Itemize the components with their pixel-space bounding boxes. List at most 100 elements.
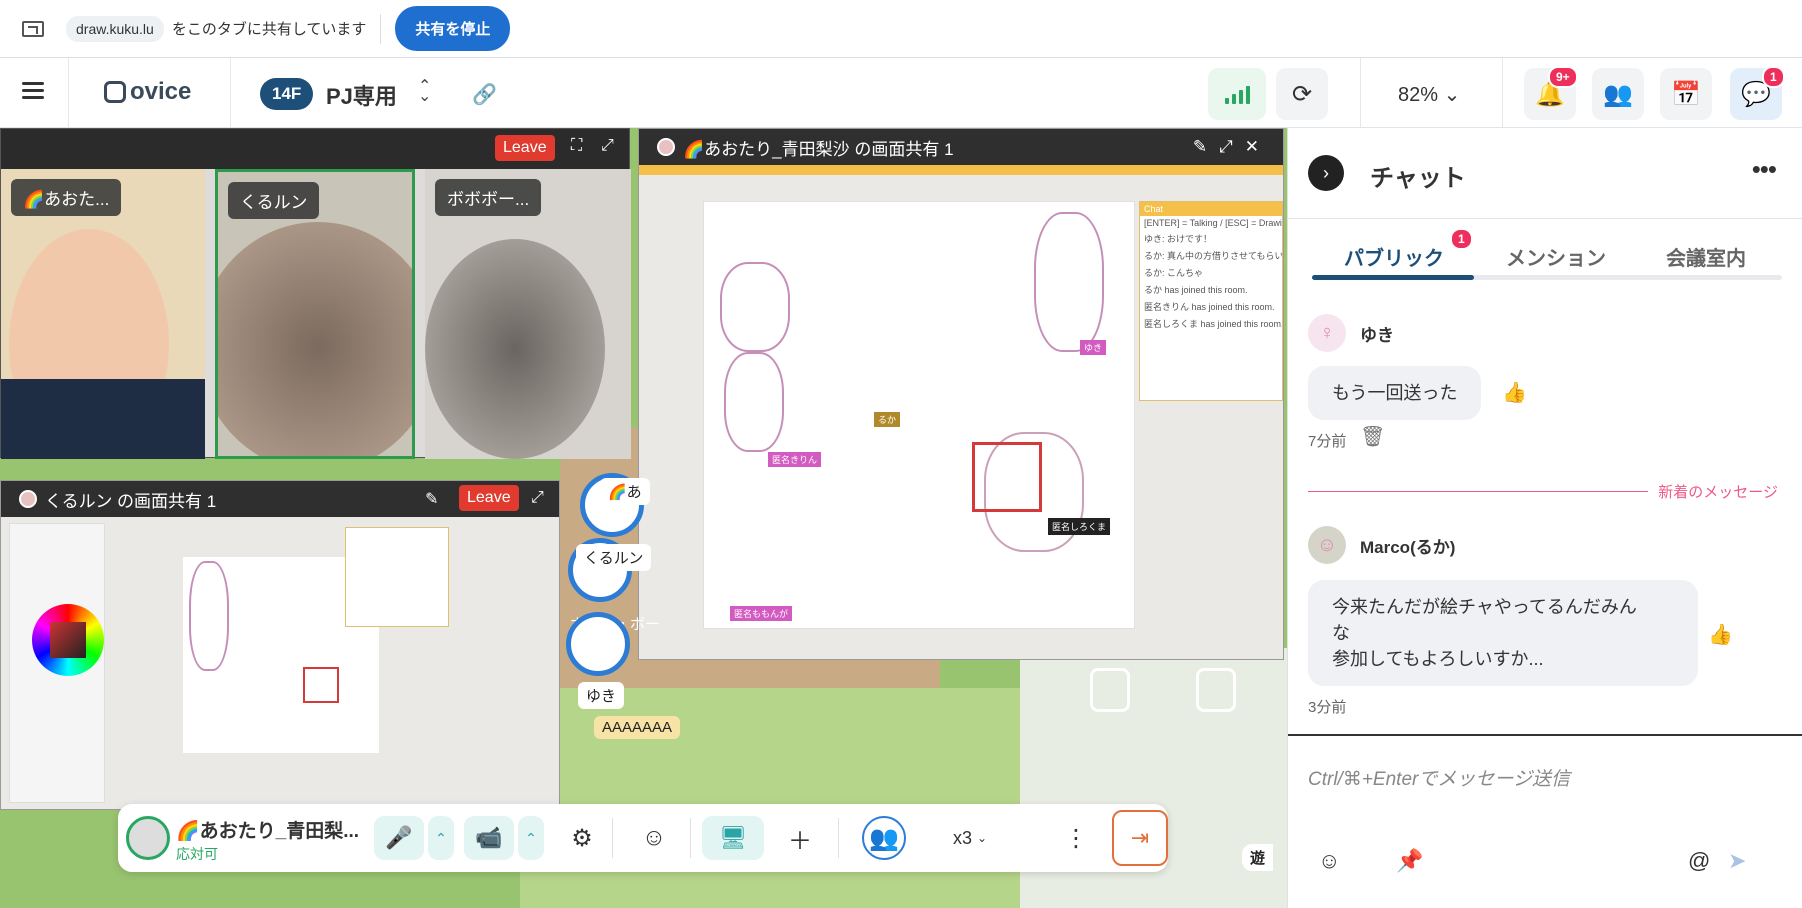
chevron-down-icon: ⌄ <box>976 831 988 845</box>
microphone-icon[interactable]: 🎤 <box>374 816 424 860</box>
connection-signal-icon[interactable] <box>1208 68 1266 120</box>
tab-share-bar: draw.kuku.lu をこのタブに共有しています 共有を停止 <box>0 0 1802 58</box>
floor-badge[interactable]: 14F <box>260 78 314 110</box>
collapse-chat-icon[interactable]: › <box>1308 155 1344 191</box>
camera-options-chevron-icon[interactable]: ⌃ <box>518 816 544 860</box>
zoom-value: 82% <box>1398 84 1439 106</box>
tab-underline <box>1312 275 1782 280</box>
screen-share-title: 🌈あおたり_青田梨沙 の画面共有 1 <box>683 139 954 159</box>
emoji-icon[interactable]: ☺ <box>1318 848 1340 874</box>
more-options-icon[interactable]: ⋮ <box>1054 816 1098 860</box>
calendar-icon[interactable]: 📅 <box>1660 68 1712 120</box>
more-options-icon[interactable]: ••• <box>1752 154 1777 185</box>
message-time: 3分前 <box>1308 699 1347 716</box>
my-name[interactable]: 🌈あおたり_青田梨... <box>176 816 359 843</box>
message-bubble: もう一回送った <box>1308 366 1482 420</box>
mini-chat-window <box>345 527 449 627</box>
like-icon[interactable]: 👍 <box>1708 622 1733 647</box>
user-tag: 匿名きりん <box>768 452 822 467</box>
screen-share-window[interactable]: 🌈あおたり_青田梨沙 の画面共有 1 ✎⤢✕ 匿名きりん ゆき 匿名しろくま 匿… <box>638 128 1284 660</box>
chat-panel: › チャット ••• パブリック 1 メンション 会議室内 ♀ ゆき もう一回送… <box>1287 128 1802 908</box>
avatar <box>657 138 675 156</box>
camera-icon[interactable]: 📹 <box>464 816 514 860</box>
screen-share-titlebar: くるルン の画面共有 1 ✎ Leave ⤢ <box>1 481 559 517</box>
video-tile[interactable]: 🌈あおた... <box>1 169 205 459</box>
link-icon[interactable]: 🔗 <box>472 82 497 107</box>
room-name[interactable]: PJ専用 <box>326 79 397 111</box>
tab-mention[interactable]: メンション <box>1506 242 1606 271</box>
divider <box>838 818 839 858</box>
leave-button[interactable]: Leave <box>459 485 519 511</box>
reload-icon[interactable]: ⟳ <box>1276 68 1328 120</box>
share-message: をこのタブに共有しています <box>171 21 367 38</box>
mini-chat-header: Chat <box>1140 202 1282 216</box>
screen-share-icon <box>22 20 44 37</box>
message-bubble: 今来たんだが絵チャやってるんだみん な 参加してもよろしいすか... <box>1308 580 1698 686</box>
menu-icon[interactable] <box>22 82 44 100</box>
mic-options-chevron-icon[interactable]: ⌃ <box>428 816 454 860</box>
video-tile[interactable]: ボボボー... <box>425 169 631 459</box>
mini-chat-hint: [ENTER] = Talking / [ESC] = Drawing <box>1144 218 1283 228</box>
chair <box>1090 668 1130 712</box>
screen-share-icon[interactable]: 🖥 <box>702 816 764 860</box>
sketch <box>1034 212 1104 352</box>
send-icon[interactable]: ➤ <box>1728 848 1746 874</box>
add-icon[interactable]: ＋ <box>778 816 822 860</box>
avatar-name-label: くるルン <box>576 544 652 571</box>
message-sender: ♀ ゆき <box>1308 314 1394 352</box>
emoji-reaction-icon[interactable]: ☺ <box>632 816 676 860</box>
divider <box>690 818 691 858</box>
mini-chat-window: Chat [ENTER] = Talking / [ESC] = Drawing… <box>1139 201 1283 401</box>
edit-icon[interactable]: ✎ <box>425 489 438 509</box>
expand-icon[interactable]: ⤢ <box>531 489 544 507</box>
settings-gear-icon[interactable]: ⚙ <box>560 816 604 860</box>
window-controls[interactable]: ✎⤢✕ <box>1193 137 1271 157</box>
game-button[interactable]: 遊 <box>1242 844 1274 871</box>
leave-button[interactable]: Leave <box>495 135 555 161</box>
mini-chat-line: るか: 真ん中の方借りさせてもらいます <box>1144 251 1283 261</box>
mini-chat-line: ゆき: おけです！ <box>1144 234 1213 244</box>
logo-mark-icon <box>104 81 126 103</box>
sketch <box>720 262 790 352</box>
speed-dropdown[interactable]: x3 ⌄ <box>948 816 992 860</box>
zoom-level-dropdown[interactable]: 82% ⌄ <box>1398 82 1460 107</box>
stop-sharing-button[interactable]: 共有を停止 <box>395 6 511 51</box>
my-status[interactable]: 応対可 <box>176 844 218 864</box>
pin-icon[interactable]: 📌 <box>1396 848 1423 874</box>
app-header: ovice 14F PJ専用 ⌃ ⌄ 🔗 ⟳ 82% ⌄ 🔔 9+ 👥 📅 💬 1 <box>0 58 1802 128</box>
avatar <box>19 490 37 508</box>
shared-screen-content <box>1 517 559 809</box>
room-switch-icon[interactable]: ⌃ ⌄ <box>418 79 431 105</box>
sketch <box>724 352 784 452</box>
group-icon[interactable]: 👥 <box>862 816 906 860</box>
avatar[interactable]: ♀ <box>1308 314 1346 352</box>
screenshot-icon[interactable]: ⛶ <box>571 137 582 155</box>
members-icon[interactable]: 👥 <box>1592 68 1644 120</box>
video-tile-active[interactable]: くるルン <box>215 169 415 459</box>
screen-share-title: くるルン の画面共有 1 <box>45 491 217 511</box>
exit-icon[interactable]: ⇥ <box>1112 810 1168 866</box>
delete-trash-icon[interactable]: 🗑 <box>1360 424 1385 449</box>
video-tile-label: ボボボー... <box>435 179 542 216</box>
user-tag: ゆき <box>1080 340 1107 355</box>
tab-meeting-room[interactable]: 会議室内 <box>1666 242 1746 271</box>
new-messages-divider: 新着のメッセージ <box>1308 481 1778 502</box>
user-tag: 匿名しろくま <box>1048 518 1111 535</box>
participant-face-blurred <box>218 222 412 456</box>
tab-public[interactable]: パブリック <box>1344 242 1444 271</box>
my-avatar[interactable] <box>126 816 170 860</box>
avatar[interactable]: ☺ <box>1308 526 1346 564</box>
divider <box>380 13 382 44</box>
mention-at-icon[interactable]: @ <box>1688 848 1710 874</box>
message-text-line: 今来たんだが絵チャやってるんだみん <box>1332 597 1637 617</box>
expand-icon[interactable]: ⤢ <box>601 137 614 155</box>
avatar[interactable] <box>566 612 630 676</box>
avatar-name-label: ゆき <box>578 682 625 709</box>
message-input[interactable]: Ctrl/⌘+Enterでメッセージ送信 <box>1308 764 1570 791</box>
like-icon[interactable]: 👍 <box>1502 380 1527 405</box>
mini-chat-line: 匿名きりん has joined this room. <box>1144 302 1275 312</box>
screen-share-window-secondary[interactable]: くるルン の画面共有 1 ✎ Leave ⤢ <box>0 480 560 810</box>
user-tag: 匿名ももんが <box>730 606 793 621</box>
virtual-space[interactable]: Leave ⛶ ⤢ 🌈あおた... くるルン ボボボー... 🌈あおたり_青田梨… <box>0 128 1287 908</box>
message-sender: ☺ Marco(るか) <box>1308 526 1455 564</box>
